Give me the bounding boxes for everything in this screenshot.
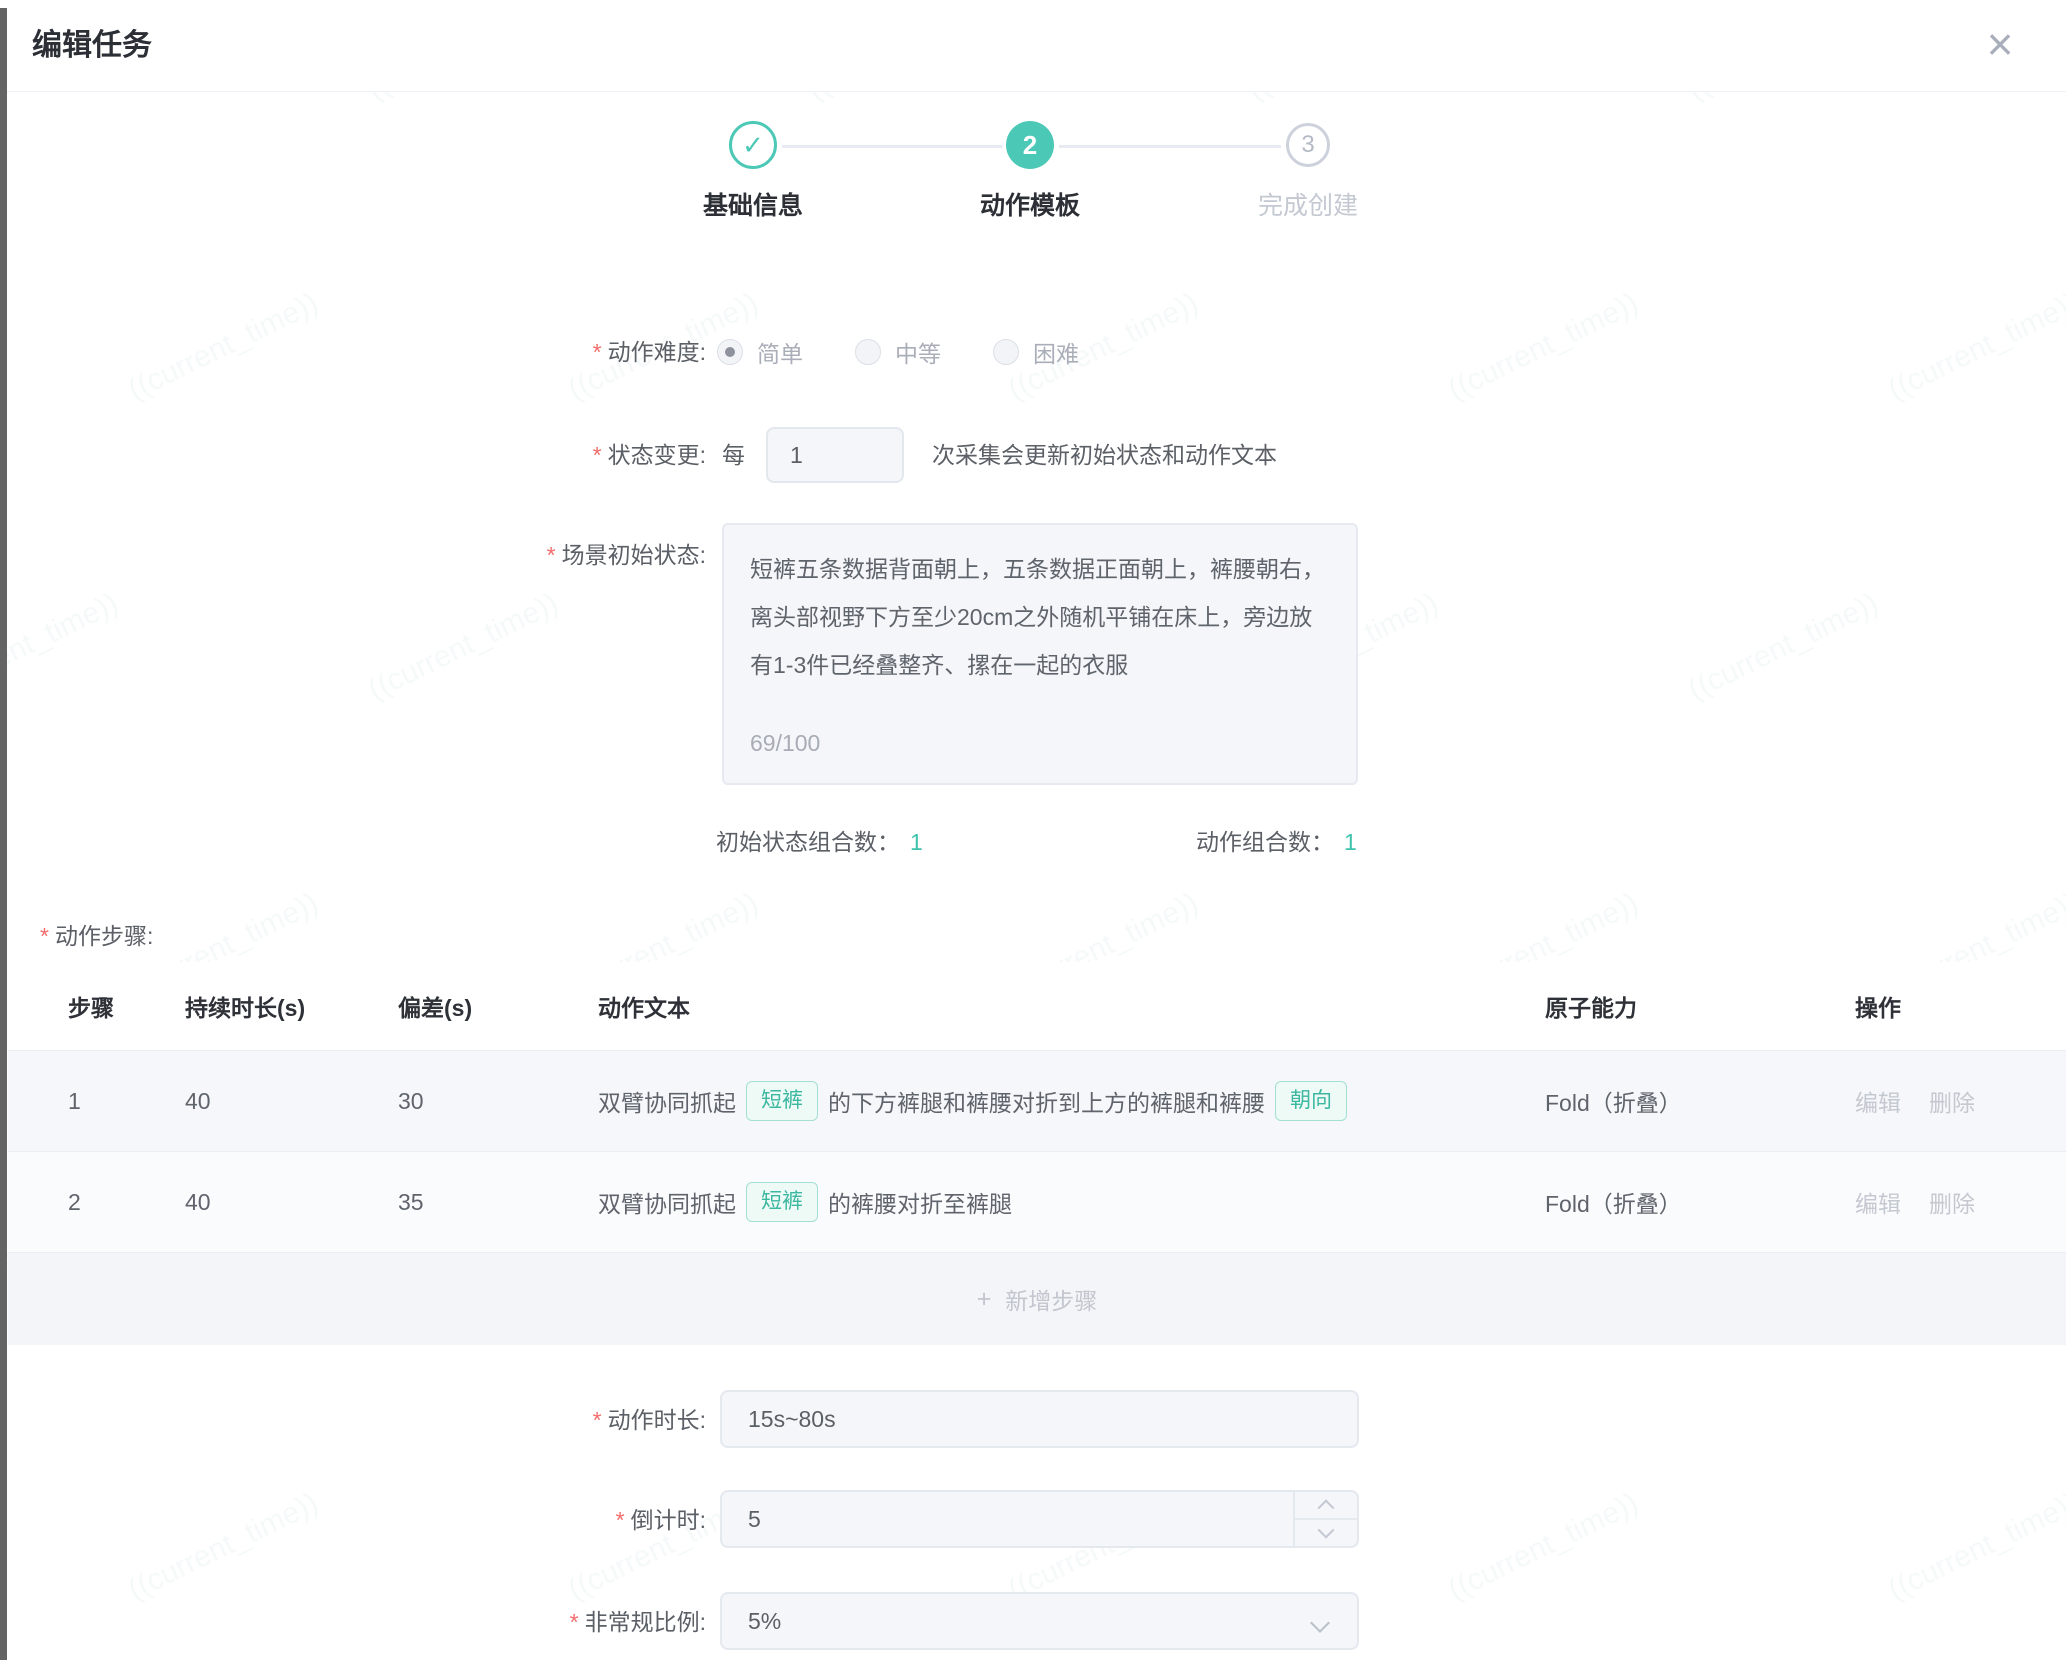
action-combo-value: 1 xyxy=(1334,829,1357,855)
cell-duration: 40 xyxy=(185,1088,398,1115)
step-2-label: 动作模板 xyxy=(920,186,1140,222)
col-header-step: 步骤 xyxy=(68,989,185,1023)
stepper-connector xyxy=(1059,145,1281,148)
chevron-down-icon xyxy=(1318,1522,1335,1539)
cell-deviation: 30 xyxy=(398,1088,598,1115)
action-tag: 朝向 xyxy=(1275,1081,1347,1121)
col-header-action-text: 动作文本 xyxy=(598,989,1545,1023)
initial-state-textarea[interactable]: 短裤五条数据背面朝上，五条数据正面朝上，裤腰朝右，离头部视野下方至少20cm之外… xyxy=(722,523,1358,785)
difficulty-label: *动作难度: xyxy=(0,322,706,382)
delete-link[interactable]: 删除 xyxy=(1929,1185,1975,1219)
add-step-label: 新增步骤 xyxy=(1005,1282,1097,1316)
edit-link[interactable]: 编辑 xyxy=(1855,1185,1901,1219)
action-text-fragment: 的下方裤腿和裤腰对折到上方的裤腿和裤腰 xyxy=(828,1090,1265,1116)
state-change-row: *状态变更: 每 1 次采集会更新初始状态和动作文本 xyxy=(0,425,2066,485)
required-asterisk: * xyxy=(547,542,556,568)
cell-deviation: 35 xyxy=(398,1189,598,1216)
countdown-row: *倒计时: 5 xyxy=(0,1490,2066,1550)
cell-step: 1 xyxy=(68,1088,185,1115)
cell-duration: 40 xyxy=(185,1189,398,1216)
required-asterisk: * xyxy=(593,339,602,365)
chevron-up-icon xyxy=(1318,1499,1335,1516)
close-icon[interactable]: × xyxy=(1970,14,2030,74)
table-row: 2 40 35 双臂协同抓起短裤的裤腰对折至裤腿 Fold（折叠） 编辑 删除 xyxy=(8,1151,2066,1252)
unusual-ratio-select[interactable]: 5% xyxy=(720,1592,1359,1650)
action-steps-table: 步骤 持续时长(s) 偏差(s) 动作文本 原子能力 操作 1 40 30 双臂… xyxy=(8,962,2066,1345)
initial-state-text: 短裤五条数据背面朝上，五条数据正面朝上，裤腰朝右，离头部视野下方至少20cm之外… xyxy=(750,556,1325,678)
number-spinner xyxy=(1293,1492,1357,1546)
state-change-prefix: 每 xyxy=(722,425,745,485)
edit-link[interactable]: 编辑 xyxy=(1855,1084,1901,1118)
radio-option-easy[interactable]: 简单 xyxy=(717,335,803,369)
cell-action-text: 双臂协同抓起短裤的下方裤腿和裤腰对折到上方的裤腿和裤腰朝向 xyxy=(598,1081,1545,1121)
action-tag: 短裤 xyxy=(746,1182,818,1222)
stepper-connector xyxy=(782,145,1002,148)
action-text-fragment: 的裤腰对折至裤腿 xyxy=(828,1191,1012,1217)
cell-operations: 编辑 删除 xyxy=(1855,1084,2066,1118)
col-header-deviation: 偏差(s) xyxy=(398,989,598,1023)
action-combo-count: 动作组合数：1 xyxy=(1196,822,1357,862)
char-counter: 69/100 xyxy=(750,719,820,767)
delete-link[interactable]: 删除 xyxy=(1929,1084,1975,1118)
difficulty-radio-group: 简单 中等 困难 xyxy=(717,322,1079,382)
chevron-down-icon xyxy=(1310,1613,1330,1633)
unusual-ratio-label: *非常规比例: xyxy=(0,1592,706,1652)
table-row: 1 40 30 双臂协同抓起短裤的下方裤腿和裤腰对折到上方的裤腿和裤腰朝向 Fo… xyxy=(8,1050,2066,1151)
table-header-row: 步骤 持续时长(s) 偏差(s) 动作文本 原子能力 操作 xyxy=(8,962,2066,1050)
col-header-atomic-ability: 原子能力 xyxy=(1545,989,1855,1023)
radio-icon-selected xyxy=(717,339,743,365)
required-asterisk: * xyxy=(593,1407,602,1433)
required-asterisk: * xyxy=(40,923,49,949)
countdown-label: *倒计时: xyxy=(0,1490,706,1550)
dialog-header: 编辑任务 × xyxy=(0,0,2066,92)
action-text-fragment: 双臂协同抓起 xyxy=(598,1191,736,1217)
difficulty-row: *动作难度: 简单 中等 困难 xyxy=(0,322,2066,382)
col-header-operations: 操作 xyxy=(1855,989,2066,1023)
radio-option-medium[interactable]: 中等 xyxy=(855,335,941,369)
countdown-value: 5 xyxy=(748,1506,761,1533)
step-1-indicator-check-icon: ✓ xyxy=(729,121,777,169)
action-duration-input[interactable]: 15s~80s xyxy=(720,1390,1359,1448)
page-left-edge xyxy=(0,8,7,1660)
step-2-indicator: 2 xyxy=(1006,121,1054,169)
action-steps-label: *动作步骤: xyxy=(40,916,153,956)
required-asterisk: * xyxy=(616,1507,625,1533)
cell-atomic-ability: Fold（折叠） xyxy=(1545,1185,1855,1219)
action-duration-label: *动作时长: xyxy=(0,1390,706,1450)
action-text-fragment: 双臂协同抓起 xyxy=(598,1090,736,1116)
step-3-indicator: 3 xyxy=(1286,123,1330,167)
state-change-input[interactable]: 1 xyxy=(766,427,904,483)
edit-task-dialog: ((current_time))((current_time))((curren… xyxy=(0,0,2066,1660)
spinner-increase-button[interactable] xyxy=(1295,1492,1357,1520)
state-change-label: *状态变更: xyxy=(0,425,706,485)
cell-atomic-ability: Fold（折叠） xyxy=(1545,1084,1855,1118)
step-1-label: 基础信息 xyxy=(643,186,863,222)
initial-state-label: *场景初始状态: xyxy=(0,523,706,587)
radio-option-hard[interactable]: 困难 xyxy=(993,335,1079,369)
radio-icon xyxy=(855,339,881,365)
unusual-ratio-row: *非常规比例: 5% xyxy=(0,1592,2066,1654)
initial-combo-count: 初始状态组合数：1 xyxy=(716,822,923,862)
cell-step: 2 xyxy=(68,1189,185,1216)
cell-action-text: 双臂协同抓起短裤的裤腰对折至裤腿 xyxy=(598,1182,1545,1222)
required-asterisk: * xyxy=(593,442,602,468)
state-change-suffix: 次采集会更新初始状态和动作文本 xyxy=(932,425,1277,485)
action-duration-row: *动作时长: 15s~80s xyxy=(0,1390,2066,1450)
col-header-duration: 持续时长(s) xyxy=(185,989,398,1023)
spinner-decrease-button[interactable] xyxy=(1295,1520,1357,1546)
step-3-label: 完成创建 xyxy=(1198,186,1418,222)
dialog-title: 编辑任务 xyxy=(32,0,152,92)
action-steps-section: *动作步骤: xyxy=(0,916,2066,956)
combo-counts-row: 初始状态组合数：1 动作组合数：1 xyxy=(0,822,2066,862)
plus-icon: + xyxy=(977,1285,992,1314)
cell-operations: 编辑 删除 xyxy=(1855,1185,2066,1219)
required-asterisk: * xyxy=(570,1609,579,1635)
initial-combo-value: 1 xyxy=(900,829,923,855)
radio-icon xyxy=(993,339,1019,365)
unusual-ratio-value: 5% xyxy=(748,1608,781,1635)
add-step-button[interactable]: + 新增步骤 xyxy=(8,1252,2066,1345)
initial-state-row: *场景初始状态: 短裤五条数据背面朝上，五条数据正面朝上，裤腰朝右，离头部视野下… xyxy=(0,523,2066,785)
countdown-input[interactable]: 5 xyxy=(720,1490,1359,1548)
action-tag: 短裤 xyxy=(746,1081,818,1121)
